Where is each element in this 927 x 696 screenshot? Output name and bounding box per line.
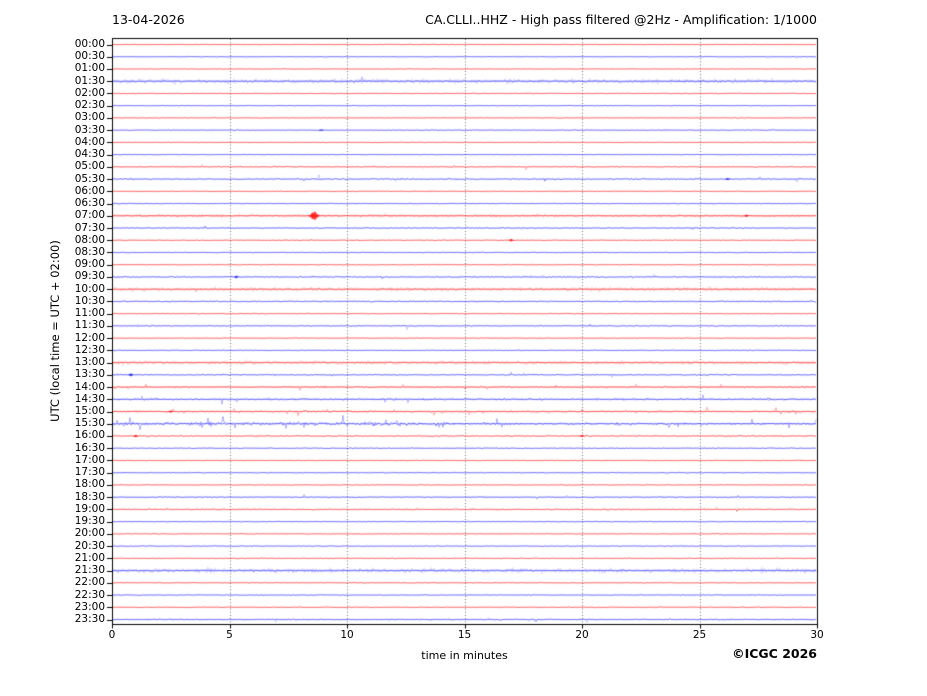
y-tick-label: 09:30 (74, 270, 105, 283)
y-tick-label: 04:30 (74, 148, 105, 161)
y-tick-label: 04:00 (74, 135, 105, 148)
x-tick-label: 15 (457, 629, 472, 641)
y-tick-label: 14:30 (74, 392, 105, 405)
y-tick-label: 17:00 (74, 453, 105, 466)
x-tick-label: 10 (340, 629, 354, 641)
y-tick-label: 16:00 (74, 429, 105, 442)
y-tick-label: 20:30 (74, 539, 105, 552)
y-tick-label: 07:00 (74, 209, 105, 222)
y-tick-label: 22:30 (74, 588, 105, 601)
y-tick-label: 05:00 (74, 160, 105, 173)
y-tick-label: 22:00 (74, 576, 105, 589)
x-tick-label: 0 (108, 629, 116, 641)
y-tick-label: 08:30 (74, 245, 105, 258)
y-tick-label: 09:00 (74, 258, 105, 271)
y-tick-label: 06:30 (74, 197, 105, 210)
figure-title: CA.CLLI..HHZ - High pass filtered @2Hz -… (425, 12, 817, 27)
y-tick-label: 02:00 (74, 86, 105, 99)
y-tick-label: 16:30 (74, 441, 105, 454)
y-tick-label: 11:30 (74, 319, 105, 332)
y-tick-label: 13:00 (74, 356, 105, 369)
x-axis-label: time in minutes (421, 649, 508, 662)
y-tick-label: 07:30 (74, 221, 105, 234)
y-tick-label: 13:30 (74, 368, 105, 381)
y-tick-label: 03:00 (74, 111, 105, 124)
y-tick-label: 11:00 (74, 307, 105, 320)
y-tick-label: 03:30 (74, 123, 105, 136)
figure-date: 13-04-2026 (112, 12, 185, 27)
helicorder-figure: 13-04-2026 CA.CLLI..HHZ - High pass filt… (0, 0, 927, 696)
y-tick-label: 23:00 (74, 600, 105, 613)
y-tick-label: 01:00 (74, 62, 105, 75)
y-tick-label: 02:30 (74, 99, 105, 112)
y-tick-label: 05:30 (74, 172, 105, 185)
y-tick-label: 12:30 (74, 343, 105, 356)
y-tick-label: 18:00 (74, 478, 105, 491)
y-tick-label: 19:00 (74, 502, 105, 515)
y-tick-label: 21:00 (74, 551, 105, 564)
y-tick-label: 18:30 (74, 490, 105, 503)
x-tick-label: 20 (575, 629, 589, 641)
copyright-text: ©ICGC 2026 (732, 646, 817, 661)
y-tick-label: 01:30 (74, 74, 105, 87)
y-tick-label: 15:30 (74, 417, 105, 430)
seismogram-plot-canvas (0, 0, 927, 696)
y-tick-label: 17:30 (74, 466, 105, 479)
y-tick-label: 00:30 (74, 50, 105, 63)
y-tick-label: 00:00 (74, 38, 105, 50)
y-tick-label: 23:30 (74, 613, 105, 625)
y-tick-label: 12:00 (74, 331, 105, 344)
y-tick-label: 10:00 (74, 282, 105, 295)
y-tick-label: 08:00 (74, 233, 105, 246)
x-tick-label: 25 (692, 629, 707, 641)
y-tick-label: 14:00 (74, 380, 105, 393)
y-tick-label: 10:30 (74, 294, 105, 307)
x-tick-label: 30 (810, 629, 824, 641)
y-tick-label: 06:00 (74, 184, 105, 197)
y-tick-label: 15:00 (74, 405, 105, 418)
x-tick-label: 5 (226, 629, 233, 641)
y-tick-label: 21:30 (74, 564, 105, 577)
y-tick-label: 19:30 (74, 515, 105, 528)
y-tick-label: 20:00 (74, 527, 105, 540)
